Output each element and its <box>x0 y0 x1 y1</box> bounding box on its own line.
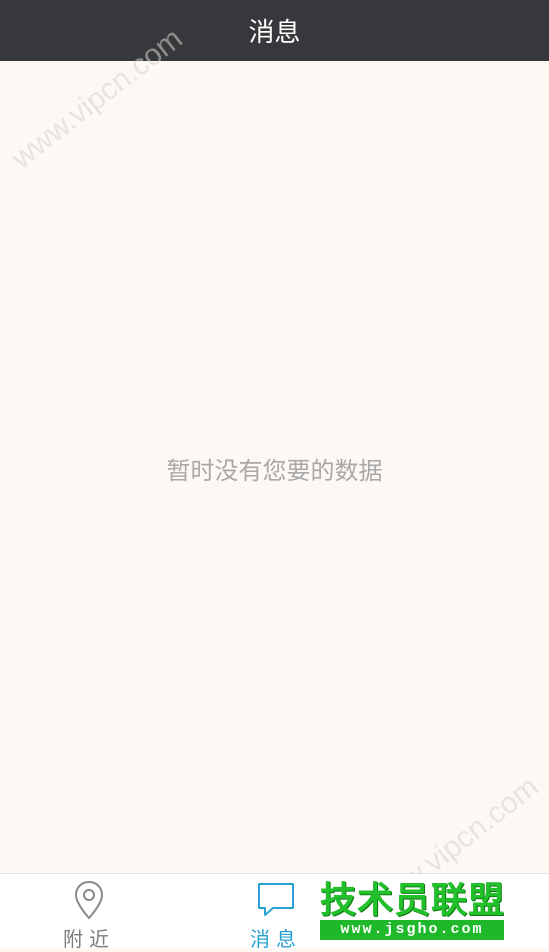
tab-nearby[interactable]: 附近 <box>29 874 149 951</box>
top-bar: 消息 <box>0 0 549 61</box>
logo-main-text: 技术员联盟 <box>320 880 506 921</box>
empty-state-message: 暂时没有您要的数据 <box>166 457 383 485</box>
location-pin-icon <box>74 880 104 920</box>
tab-messages-label: 消息 <box>250 927 302 951</box>
message-list-area: 暂时没有您要的数据 <box>0 61 549 873</box>
page-title: 消息 <box>248 18 301 48</box>
site-logo: 技术员联盟 www.jsgho.com <box>320 880 510 942</box>
logo-url-text: www.jsgho.com <box>320 920 504 940</box>
tab-messages[interactable]: 消息 <box>216 874 336 951</box>
tab-nearby-label: 附近 <box>63 927 115 951</box>
chat-bubble-icon <box>256 880 296 920</box>
